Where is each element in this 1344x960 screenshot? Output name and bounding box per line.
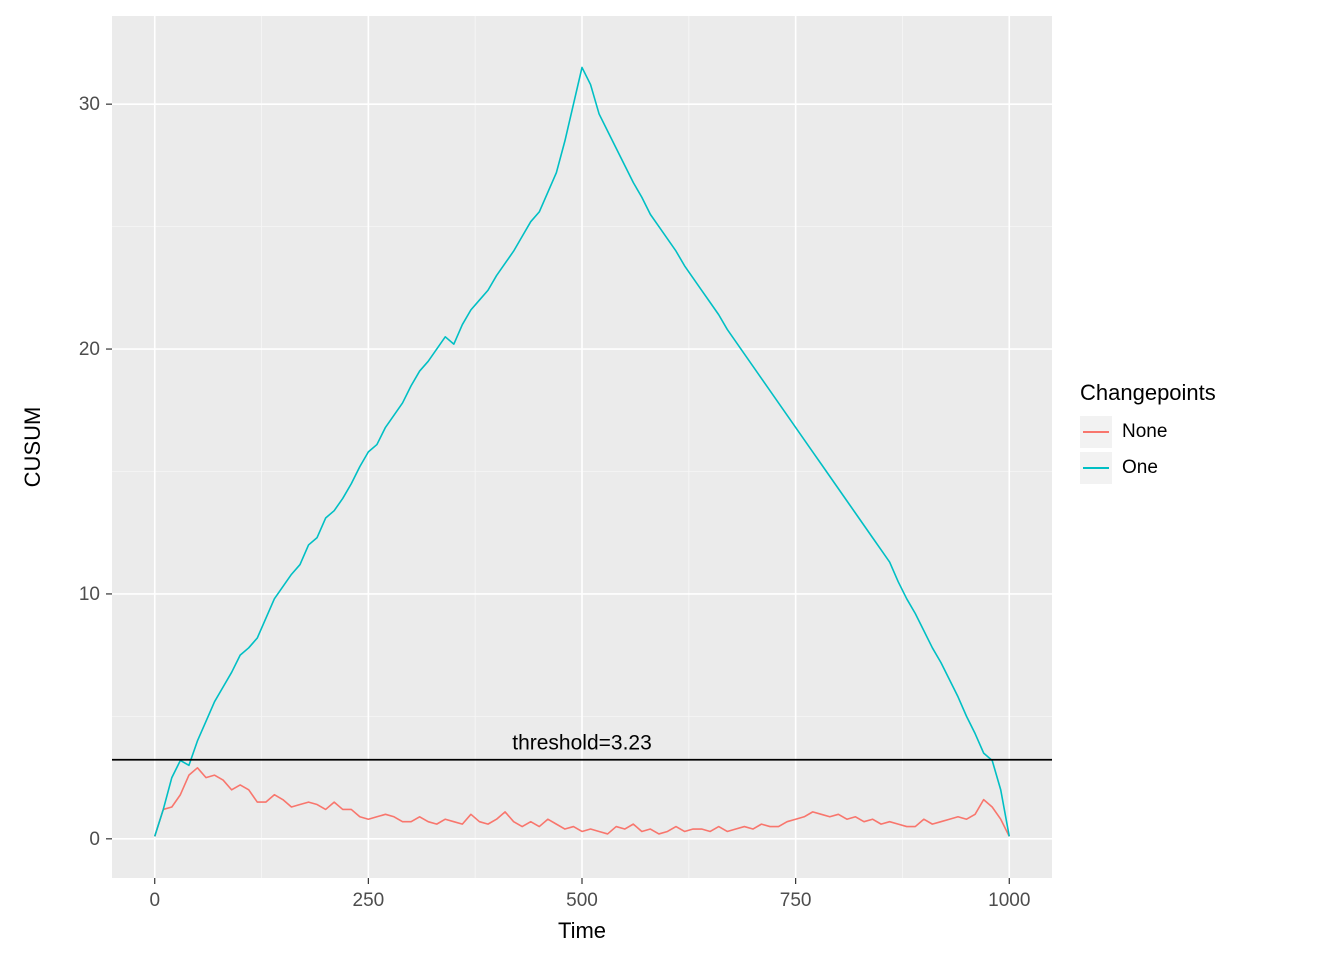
y-tick-label: 30 (79, 94, 100, 115)
x-tick-label: 250 (353, 890, 385, 911)
legend-key (1080, 416, 1112, 448)
threshold-label: threshold=3.23 (512, 732, 652, 755)
x-tick-label: 1000 (988, 890, 1030, 911)
x-axis-label: Time (558, 918, 606, 943)
legend-item-none: None (1080, 416, 1216, 448)
legend-item-one: One (1080, 452, 1216, 484)
x-tick-label: 750 (780, 890, 812, 911)
legend-label: One (1122, 457, 1158, 479)
y-tick-label: 10 (79, 584, 100, 605)
legend-key (1080, 452, 1112, 484)
x-tick-label: 0 (149, 890, 160, 911)
legend-title: Changepoints (1080, 380, 1216, 406)
chart-figure: { "chart_data": { "type": "line", "title… (0, 0, 1344, 960)
y-tick-label: 0 (89, 829, 100, 850)
y-tick-label: 20 (79, 339, 100, 360)
legend: Changepoints None One (1080, 380, 1216, 488)
legend-label: None (1122, 421, 1167, 443)
x-tick-label: 500 (566, 890, 598, 911)
y-axis-label: CUSUM (20, 407, 45, 488)
